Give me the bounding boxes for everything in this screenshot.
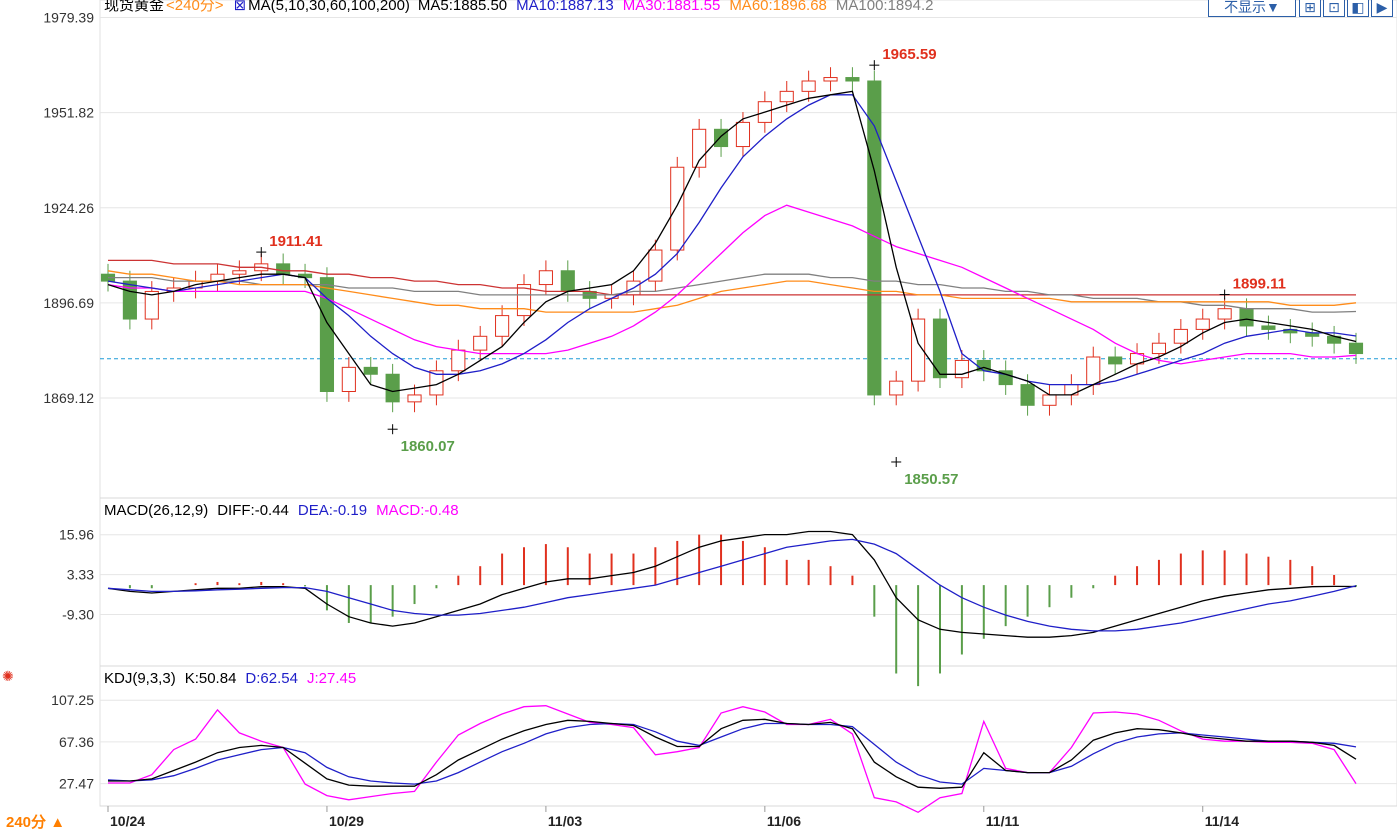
candle-body: [1195, 318, 1210, 330]
x-tick-label: 11/03: [548, 813, 582, 829]
macd-y-tick-label: 3.33: [67, 567, 94, 583]
candle-body: [735, 121, 751, 148]
ma10-value: MA10:1887.13: [516, 0, 614, 14]
kdj-header: KDJ(9,3,3) K:50.84 D:62.54 J:27.45: [104, 670, 365, 688]
period-tag[interactable]: <240分>: [166, 0, 224, 14]
macd-y-tick-label: 15.96: [59, 527, 94, 543]
low-price-label: 1850.57: [904, 471, 958, 488]
kdj-d-value: D:62.54: [245, 670, 298, 687]
ma60-value: MA60:1896.68: [729, 0, 827, 14]
price-y-tick-label: 1979.39: [43, 10, 94, 26]
candle-body: [385, 373, 400, 403]
candle-body: [407, 394, 422, 403]
kdj-d-line: [107, 722, 1357, 785]
x-tick-label: 10/29: [329, 813, 364, 829]
kdj-j-value: J:27.45: [306, 670, 357, 687]
kdj-j-line: [108, 705, 1357, 814]
x-tick-label: 11/14: [1205, 813, 1239, 829]
candle-body: [1239, 308, 1254, 327]
candle-body: [1151, 342, 1167, 355]
ma-legend-icon: ⊠: [233, 0, 247, 14]
candle-body: [276, 263, 291, 275]
candle-body: [1217, 308, 1232, 320]
candle-body: [932, 318, 948, 379]
x-tick-label: 11/06: [767, 813, 801, 829]
candle-body: [1348, 342, 1364, 355]
candle-body: [1108, 356, 1123, 365]
candle-body: [538, 270, 553, 286]
ma100-line: [108, 273, 1357, 313]
price-y-tick-label: 1869.12: [43, 390, 94, 406]
low-price-label: 1860.07: [401, 438, 455, 455]
kdj-y-tick-label: 107.25: [51, 692, 94, 708]
candle-body: [779, 90, 794, 103]
candle-body: [1042, 394, 1057, 406]
macd-y-tick-label: -9.30: [62, 606, 94, 622]
candle-body: [845, 77, 860, 82]
high-price-label: 1965.59: [882, 46, 936, 63]
kdj-y-tick-label: 27.47: [59, 776, 94, 792]
kdj-label: KDJ(9,3,3): [104, 670, 176, 687]
macd-dea-line: [107, 538, 1357, 632]
kdj-k-value: K:50.84: [184, 670, 237, 687]
kdj-k-line: [108, 718, 1357, 789]
x-tick-label: 10/24: [110, 813, 145, 829]
x-tick-label: 11/11: [986, 813, 1020, 829]
candle-body: [889, 380, 904, 396]
candle-body: [232, 270, 247, 275]
ma100-value: MA100:1894.2: [835, 0, 934, 14]
instrument-name: 现货黄金: [104, 0, 165, 14]
ma30-value: MA30:1881.55: [622, 0, 721, 14]
candle-body: [1086, 356, 1101, 386]
chart-canvas[interactable]: 1979.39 1951.82 1924.26 1896.69 1869.12 15.96…: [0, 0, 1397, 833]
macd-header: MACD(26,12,9) DIFF:-0.44 DEA:-0.19 MACD:-0.…: [104, 502, 468, 520]
candle-body: [823, 77, 838, 82]
macd-dea-value: DEA:-0.19: [297, 502, 368, 519]
kdj-y-tick-label: 67.36: [59, 734, 94, 750]
chart-stage[interactable]: 1979.39 1951.82 1924.26 1896.69 1869.12 15.96…: [0, 0, 1397, 833]
candle-body: [473, 335, 488, 351]
candle-body: [451, 349, 466, 372]
price-y-tick-label: 1951.82: [43, 105, 94, 121]
candle-body: [1173, 328, 1188, 344]
candle-body: [363, 366, 378, 375]
candle-body: [341, 366, 356, 393]
high-price-label: 1911.41: [269, 233, 322, 250]
candle-body: [954, 359, 969, 379]
play-icon[interactable]: ▶: [1371, 0, 1393, 17]
overlay-icon[interactable]: ⊡: [1323, 0, 1345, 17]
ma-label-text: MA(5,10,30,60,100,200): [248, 0, 410, 14]
ma5-value: MA5:1885.50: [417, 0, 508, 14]
display-toggle-button[interactable]: 不显示▼: [1208, 0, 1296, 17]
period-selector[interactable]: 240分 ▲: [0, 812, 102, 833]
price-y-tick-label: 1924.26: [43, 200, 94, 216]
macd-diff-line: [107, 530, 1357, 638]
candle-body: [801, 80, 816, 92]
candle-body: [1020, 384, 1035, 406]
high-price-label: 1899.11: [1233, 276, 1286, 293]
macd-diff-value: DIFF:-0.44: [217, 502, 289, 519]
macd-label: MACD(26,12,9): [104, 502, 209, 519]
candle-body: [670, 166, 685, 251]
candle-body: [495, 315, 510, 337]
candle-body: [144, 290, 159, 320]
candle-body: [1261, 325, 1276, 330]
price-y-tick-label: 1896.69: [43, 295, 94, 311]
ma-label: ⊠ MA(5,10,30,60,100,200): [234, 0, 410, 14]
candle-body: [560, 270, 575, 292]
macd-macd-value: MACD:-0.48: [376, 502, 459, 519]
split-icon[interactable]: ◧: [1347, 0, 1369, 17]
indicator-settings-icon[interactable]: ✺: [2, 669, 14, 683]
crosshair-icon[interactable]: ⊞: [1299, 0, 1321, 17]
price-header: 现货黄金 <240分> ⊠ MA(5,10,30,60,100,200) MA5:188…: [104, 0, 942, 15]
